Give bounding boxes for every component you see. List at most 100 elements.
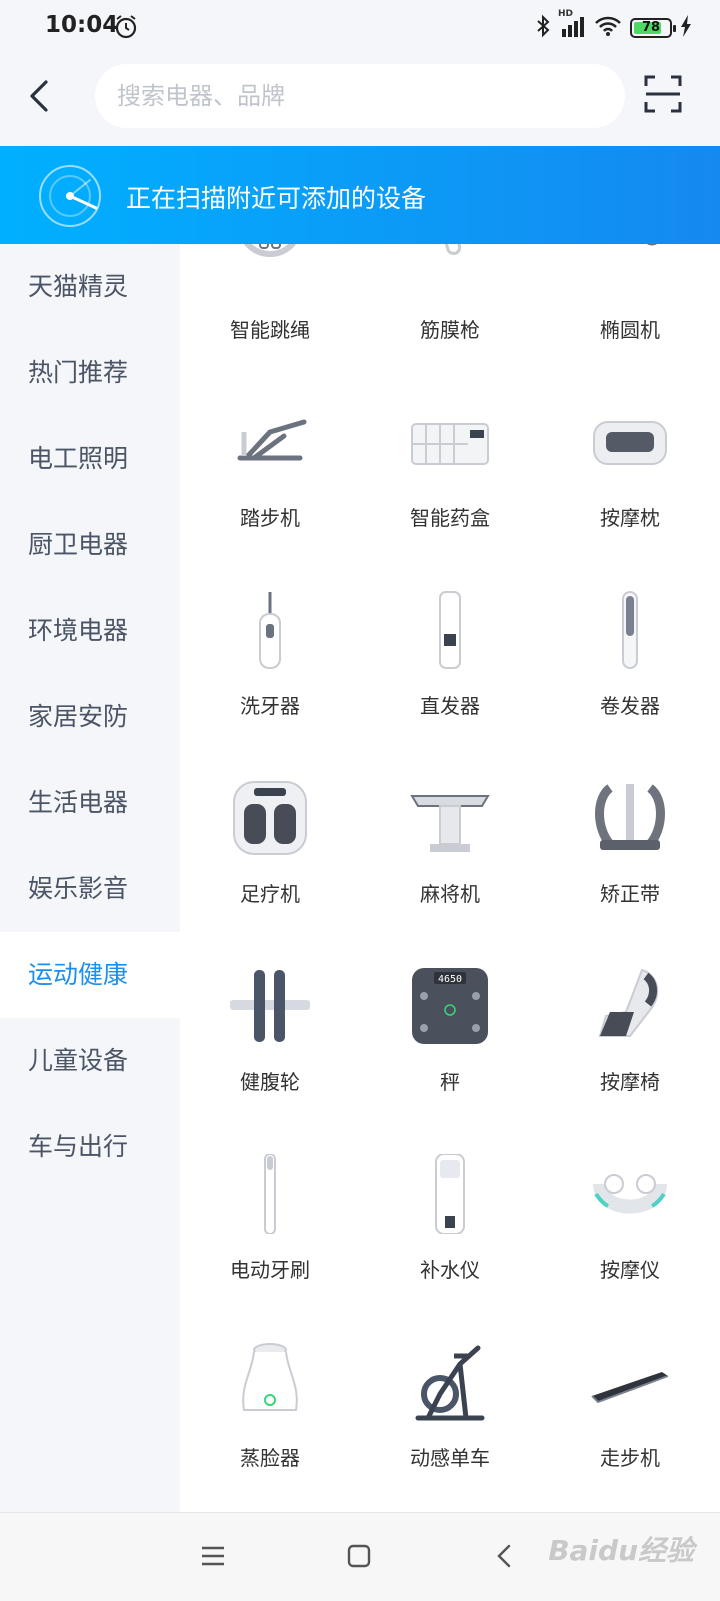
- jump-rope-icon: [230, 244, 310, 294]
- device-label: 智能药盒: [410, 506, 490, 530]
- electric-toothbrush-icon: [230, 1154, 310, 1234]
- device-label: 踏步机: [240, 506, 300, 530]
- device-item[interactable]: 补水仪: [360, 1124, 540, 1312]
- device-item[interactable]: 按摩枕: [540, 372, 720, 560]
- device-item[interactable]: 按摩仪: [540, 1124, 720, 1312]
- device-grid: 智能跳绳 筋膜枪 椭圆机踏步机 智能药盒 按摩枕洗牙器 直发器 卷发器足疗机 麻将机 矫正带健腹…: [180, 244, 720, 1500]
- scan-status-text: 正在扫描附近可添加的设备: [126, 184, 427, 213]
- back-triangle-icon: [497, 1544, 511, 1568]
- ab-wheel-icon: [230, 966, 310, 1046]
- sidebar-item[interactable]: 热门推荐: [0, 330, 180, 416]
- device-grid-panel: 智能跳绳 筋膜枪 椭圆机踏步机 智能药盒 按摩枕洗牙器 直发器 卷发器足疗机 麻将机 矫正带健腹…: [180, 244, 720, 1512]
- device-item[interactable]: 直发器: [360, 560, 540, 748]
- category-sidebar: 天猫精灵 热门推荐 电工照明 厨卫电器 环境电器 家居安防 生活电器 娱乐影音 运动健康 儿童设备…: [0, 244, 180, 1512]
- menu-nav-button[interactable]: [198, 1541, 228, 1571]
- sidebar-item[interactable]: 天猫精灵: [0, 244, 180, 330]
- curling-iron-icon: [590, 590, 670, 670]
- back-nav-button[interactable]: [490, 1541, 520, 1571]
- device-label: 直发器: [420, 694, 480, 718]
- device-item[interactable]: 健腹轮: [180, 936, 360, 1124]
- device-label: 补水仪: [420, 1258, 480, 1282]
- sidebar-item[interactable]: 儿童设备: [0, 1018, 180, 1104]
- device-row: 蒸脸器 动感单车 走步机: [180, 1312, 720, 1500]
- sidebar-item[interactable]: 生活电器: [0, 760, 180, 846]
- status-time: 10:04: [45, 12, 119, 38]
- elliptical-machine-icon: [590, 244, 670, 294]
- device-label: 洗牙器: [240, 694, 300, 718]
- device-row: 智能跳绳 筋膜枪 椭圆机: [180, 244, 720, 372]
- device-item[interactable]: 智能跳绳: [180, 244, 360, 372]
- device-label: 健腹轮: [240, 1070, 300, 1094]
- device-label: 走步机: [600, 1446, 660, 1470]
- device-item[interactable]: 卷发器: [540, 560, 720, 748]
- status-bar: 10:04 HD 78: [0, 0, 720, 56]
- charging-icon: [680, 15, 692, 41]
- device-label: 蒸脸器: [240, 1446, 300, 1470]
- scale-display-text: 4650: [438, 974, 462, 985]
- device-item[interactable]: 踏步机: [180, 372, 360, 560]
- device-item[interactable]: 走步机: [540, 1312, 720, 1500]
- device-item[interactable]: 洗牙器: [180, 560, 360, 748]
- mahjong-table-icon: [410, 778, 490, 858]
- sidebar-item[interactable]: 电工照明: [0, 416, 180, 502]
- sidebar-item[interactable]: 车与出行: [0, 1104, 180, 1190]
- device-label: 卷发器: [600, 694, 660, 718]
- device-item[interactable]: 智能药盒: [360, 372, 540, 560]
- massage-pillow-icon: [590, 402, 670, 482]
- device-label: 椭圆机: [600, 318, 660, 342]
- sidebar-item[interactable]: 运动健康: [0, 932, 180, 1018]
- spin-bike-icon: [410, 1342, 490, 1422]
- foot-massager-icon: [230, 778, 310, 858]
- back-button[interactable]: [22, 76, 58, 116]
- scan-banner[interactable]: 正在扫描附近可添加的设备: [0, 146, 720, 244]
- device-item[interactable]: 足疗机: [180, 748, 360, 936]
- home-square-icon: [347, 1544, 371, 1568]
- device-label: 电动牙刷: [230, 1258, 310, 1282]
- network-type-label: HD: [558, 9, 574, 19]
- facial-steamer-icon: [230, 1342, 310, 1422]
- device-item[interactable]: 按摩椅: [540, 936, 720, 1124]
- scan-icon: [644, 75, 682, 113]
- device-row: 电动牙刷 补水仪 按摩仪: [180, 1124, 720, 1312]
- search-box[interactable]: [95, 64, 625, 128]
- device-label: 麻将机: [420, 882, 480, 906]
- massage-chair-icon: [590, 966, 670, 1046]
- hair-straightener-icon: [410, 590, 490, 670]
- sidebar-item[interactable]: 家居安防: [0, 674, 180, 760]
- device-label: 动感单车: [410, 1446, 490, 1470]
- device-label: 按摩仪: [600, 1258, 660, 1282]
- device-label: 按摩枕: [600, 506, 660, 530]
- walking-pad-icon: [590, 1342, 670, 1422]
- sidebar-item[interactable]: 环境电器: [0, 588, 180, 674]
- search-header: [0, 56, 720, 146]
- device-label: 智能跳绳: [230, 318, 310, 342]
- device-item[interactable]: 动感单车: [360, 1312, 540, 1500]
- device-item[interactable]: 筋膜枪: [360, 244, 540, 372]
- posture-corrector-icon: [590, 778, 670, 858]
- neck-massager-icon: [590, 1154, 670, 1234]
- menu-icon: [202, 1546, 224, 1566]
- device-label: 筋膜枪: [420, 318, 480, 342]
- face-mister-icon: [410, 1154, 490, 1234]
- home-nav-button[interactable]: [344, 1541, 374, 1571]
- pill-box-icon: [410, 402, 490, 482]
- battery-icon: 78: [630, 18, 676, 38]
- back-arrow-icon: [30, 80, 48, 112]
- massage-gun-icon: [410, 244, 490, 294]
- device-label: 秤: [440, 1070, 460, 1094]
- device-item[interactable]: 椭圆机: [540, 244, 720, 372]
- alarm-icon: [114, 14, 138, 44]
- device-item[interactable]: 麻将机: [360, 748, 540, 936]
- scan-button[interactable]: [643, 74, 683, 114]
- wifi-icon: [594, 15, 622, 41]
- search-input[interactable]: [115, 81, 625, 111]
- device-item[interactable]: 4650 秤: [360, 936, 540, 1124]
- sidebar-item[interactable]: 娱乐影音: [0, 846, 180, 932]
- device-item[interactable]: 电动牙刷: [180, 1124, 360, 1312]
- device-item[interactable]: 矫正带: [540, 748, 720, 936]
- radar-icon: [38, 164, 102, 232]
- signal-icon: HD: [558, 9, 586, 41]
- device-row: 洗牙器 直发器 卷发器: [180, 560, 720, 748]
- device-item[interactable]: 蒸脸器: [180, 1312, 360, 1500]
- sidebar-item[interactable]: 厨卫电器: [0, 502, 180, 588]
